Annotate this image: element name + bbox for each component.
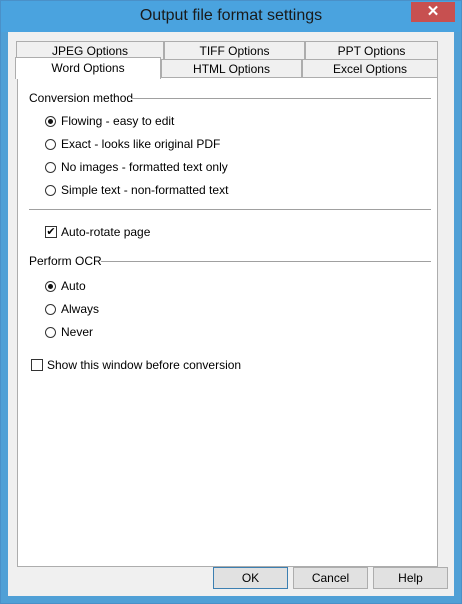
word-options-panel: Conversion method Flowing - easy to edit… xyxy=(17,77,438,567)
radio-button[interactable] xyxy=(45,161,56,173)
ok-button[interactable]: OK xyxy=(213,567,288,589)
radio-ocr-never[interactable]: Never xyxy=(45,325,93,339)
radio-ocr-always-label: Always xyxy=(61,302,100,316)
tab-html-options[interactable]: HTML Options xyxy=(161,59,302,78)
radio-ocr-always[interactable]: Always xyxy=(45,302,99,316)
radio-flowing[interactable]: Flowing - easy to edit xyxy=(45,114,174,128)
radio-button[interactable] xyxy=(45,303,56,315)
close-button[interactable]: ✕ xyxy=(411,2,455,22)
divider xyxy=(131,98,431,100)
divider xyxy=(29,209,431,211)
radio-simple-text[interactable]: Simple text - non-formatted text xyxy=(45,183,228,197)
radio-simple-text-label: Simple text - non-formatted text xyxy=(61,183,229,197)
check-mark-icon: ✔ xyxy=(46,226,56,238)
tab-excel-options[interactable]: Excel Options xyxy=(302,59,438,78)
checkbox[interactable] xyxy=(31,359,43,371)
radio-ocr-auto[interactable]: Auto xyxy=(45,279,86,293)
radio-button[interactable] xyxy=(45,280,56,292)
checkbox[interactable]: ✔ xyxy=(45,226,57,238)
radio-no-images-label: No images - formatted text only xyxy=(61,160,228,174)
help-button[interactable]: Help xyxy=(373,567,448,589)
radio-button[interactable] xyxy=(45,138,56,150)
cancel-button[interactable]: Cancel xyxy=(293,567,368,589)
divider xyxy=(101,261,431,263)
radio-button[interactable] xyxy=(45,184,56,196)
perform-ocr-label: Perform OCR xyxy=(29,254,102,268)
auto-rotate-checkbox[interactable]: ✔ Auto-rotate page xyxy=(45,225,150,239)
tab-tiff-options[interactable]: TIFF Options xyxy=(164,41,305,60)
show-window-label: Show this window before conversion xyxy=(47,358,242,372)
radio-no-images[interactable]: No images - formatted text only xyxy=(45,160,228,174)
radio-button[interactable] xyxy=(45,326,56,338)
dialog-client-area: JPEG Options TIFF Options PPT Options Wo… xyxy=(8,32,454,596)
show-window-checkbox[interactable]: Show this window before conversion xyxy=(31,358,241,372)
radio-exact[interactable]: Exact - looks like original PDF xyxy=(45,137,220,151)
window-title: Output file format settings xyxy=(139,7,323,24)
radio-flowing-label: Flowing - easy to edit xyxy=(61,114,175,128)
close-icon: ✕ xyxy=(426,3,440,20)
title-bar: Output file format settings ✕ xyxy=(1,1,461,32)
tab-word-options[interactable]: Word Options xyxy=(15,57,161,79)
dialog-window: Output file format settings ✕ JPEG Optio… xyxy=(0,0,462,604)
radio-ocr-auto-label: Auto xyxy=(61,279,86,293)
radio-exact-label: Exact - looks like original PDF xyxy=(61,137,221,151)
tab-ppt-options[interactable]: PPT Options xyxy=(305,41,438,60)
auto-rotate-label: Auto-rotate page xyxy=(61,225,151,239)
radio-ocr-never-label: Never xyxy=(61,325,94,339)
conversion-method-label: Conversion method xyxy=(29,91,134,105)
radio-button[interactable] xyxy=(45,115,56,127)
